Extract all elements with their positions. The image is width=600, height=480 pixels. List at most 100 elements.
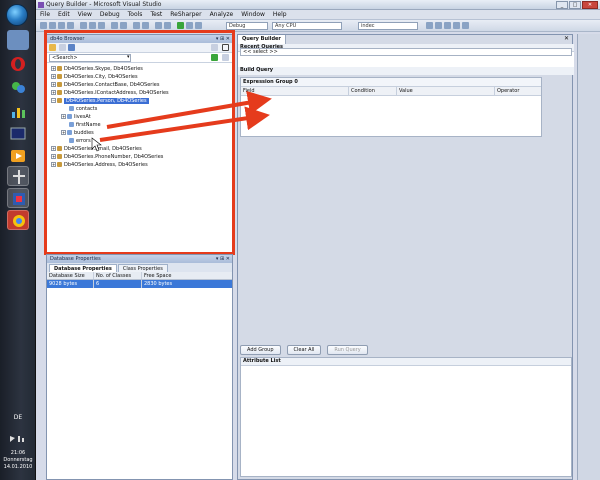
filter-icon[interactable] [222, 54, 229, 61]
tree-node-label[interactable]: Db4OSeries.Email, Db4OSeries [64, 146, 142, 152]
paste-icon[interactable] [98, 22, 105, 29]
tree-node-label[interactable]: Db4OSeries.Skype, Db4OSeries [64, 66, 143, 72]
tree-node[interactable]: + Db4OSeries.Skype, Db4OSeries [47, 65, 232, 73]
field-node[interactable]: + buddies [47, 129, 232, 137]
config-select[interactable]: Debug [226, 22, 268, 30]
pane-pin-close[interactable]: ▾ ⊞ ✕ [216, 35, 230, 43]
find-combo[interactable]: indec [358, 22, 418, 30]
view-toggle-icon[interactable] [222, 44, 229, 51]
field-node-label[interactable]: firstName [76, 122, 101, 128]
close-tab-icon[interactable]: ✕ [564, 35, 569, 42]
field-node-label[interactable]: buddies [74, 130, 94, 136]
tree-node-label[interactable]: Db4OSeries.Address, Db4OSeries [64, 162, 148, 168]
menu-help[interactable]: Help [273, 11, 287, 18]
step-icon[interactable] [186, 22, 193, 29]
explorer-icon[interactable] [7, 30, 29, 50]
expand-icon[interactable]: + [51, 154, 56, 159]
chrome-icon[interactable] [7, 210, 29, 230]
toolbox-icon[interactable] [453, 22, 460, 29]
tree-node-label[interactable]: Db4OSeries.ContactBase, Db4OSeries [64, 82, 159, 88]
collapse-icon[interactable]: − [51, 98, 56, 103]
search-dropdown-arrow[interactable]: ▾ [127, 54, 130, 60]
run-query-button[interactable]: Run Query [327, 345, 368, 355]
db4o-icon[interactable] [462, 22, 469, 29]
tree-node[interactable]: + Db4OSeries.Email, Db4OSeries [47, 145, 232, 153]
recent-queries-select[interactable]: << select >> [240, 48, 572, 56]
tree-node[interactable]: + Db4OSeries.City, Db4OSeries [47, 73, 232, 81]
language-indicator[interactable]: DE [0, 414, 36, 421]
tree-node[interactable]: + Db4OSeries.Address, Db4OSeries [47, 161, 232, 169]
tree-node-selected[interactable]: − Db4OSeries.Person, Db4OSeries [47, 97, 232, 105]
tree-node[interactable]: + Db4OSeries.PhoneNumber, Db4OSeries [47, 153, 232, 161]
expand-icon[interactable]: + [51, 74, 56, 79]
menu-file[interactable]: File [40, 11, 50, 18]
chart-icon[interactable] [7, 102, 29, 122]
menu-debug[interactable]: Debug [100, 11, 120, 18]
expand-icon[interactable]: + [61, 114, 66, 119]
menu-test[interactable]: Test [150, 11, 162, 18]
media-player-icon[interactable] [7, 146, 29, 166]
start-debug-icon[interactable] [177, 22, 184, 29]
menu-window[interactable]: Window [241, 11, 265, 18]
expand-icon[interactable]: + [51, 66, 56, 71]
build-icon[interactable] [155, 22, 162, 29]
breakpoint-icon[interactable] [195, 22, 202, 29]
opera-icon[interactable] [7, 54, 29, 74]
open-db-icon[interactable] [49, 44, 56, 51]
save-icon[interactable] [58, 22, 65, 29]
field-node[interactable]: errors [47, 137, 232, 145]
add-icon[interactable] [211, 54, 218, 61]
cut-icon[interactable] [80, 22, 87, 29]
tree-node[interactable]: + Db4OSeries.IContactAddress, Db4OSeries [47, 89, 232, 97]
expand-icon[interactable]: + [51, 90, 56, 95]
navigate-back-icon[interactable] [133, 22, 140, 29]
terminal-icon[interactable] [7, 124, 29, 144]
maximize-button[interactable]: □ [569, 1, 581, 9]
field-node-label[interactable]: livesAt [74, 114, 91, 120]
field-node[interactable]: + livesAt [47, 113, 232, 121]
settings-icon[interactable] [211, 44, 218, 51]
close-button[interactable]: ✕ [582, 1, 598, 9]
copy-icon[interactable] [89, 22, 96, 29]
open-icon[interactable] [49, 22, 56, 29]
undo-icon[interactable] [111, 22, 118, 29]
solution-explorer-icon[interactable] [435, 22, 442, 29]
field-node-label[interactable]: contacts [76, 106, 97, 112]
field-node[interactable]: firstName [47, 121, 232, 129]
clear-all-button[interactable]: Clear All [286, 345, 322, 355]
menu-analyze[interactable]: Analyze [210, 11, 234, 18]
expand-icon[interactable]: + [61, 130, 66, 135]
field-node[interactable]: contacts [47, 105, 232, 113]
network-icon[interactable] [7, 166, 29, 186]
rebuild-icon[interactable] [164, 22, 171, 29]
expand-icon[interactable]: + [51, 146, 56, 151]
field-node-label[interactable]: errors [76, 138, 91, 144]
clock-time[interactable]: 21:06 [0, 450, 36, 457]
tree-node-label[interactable]: Db4OSeries.City, Db4OSeries [64, 74, 138, 80]
col-header[interactable]: Database Size [47, 272, 94, 279]
navigate-forward-icon[interactable] [142, 22, 149, 29]
tree-node-label[interactable]: Db4OSeries.IContactAddress, Db4OSeries [64, 90, 169, 96]
new-project-icon[interactable] [40, 22, 47, 29]
messenger-icon[interactable] [7, 78, 29, 98]
start-button[interactable] [6, 4, 28, 26]
expression-group[interactable]: Expression Group 0 Field Condition Value… [240, 77, 542, 137]
add-group-button[interactable]: Add Group [240, 345, 281, 355]
platform-select[interactable]: Any CPU [272, 22, 342, 30]
save-all-icon[interactable] [67, 22, 74, 29]
tray-icons[interactable] [8, 434, 28, 444]
expand-icon[interactable]: + [51, 82, 56, 87]
tree-node[interactable]: + Db4OSeries.ContactBase, Db4OSeries [47, 81, 232, 89]
forward-icon[interactable] [68, 44, 75, 51]
tree-node-label[interactable]: Db4OSeries.Person, Db4OSeries [64, 98, 149, 104]
expand-icon[interactable]: + [51, 162, 56, 167]
properties-grid-row[interactable]: 9028 bytes 6 2830 bytes [47, 280, 232, 288]
properties-icon[interactable] [444, 22, 451, 29]
find-icon[interactable] [426, 22, 433, 29]
tab-database-properties[interactable]: Database Properties [49, 264, 117, 272]
menu-view[interactable]: View [78, 11, 92, 18]
back-icon[interactable] [59, 44, 66, 51]
menu-edit[interactable]: Edit [58, 11, 70, 18]
pane-pin-close[interactable]: ▾ ⊞ ✕ [216, 255, 230, 263]
redo-icon[interactable] [120, 22, 127, 29]
